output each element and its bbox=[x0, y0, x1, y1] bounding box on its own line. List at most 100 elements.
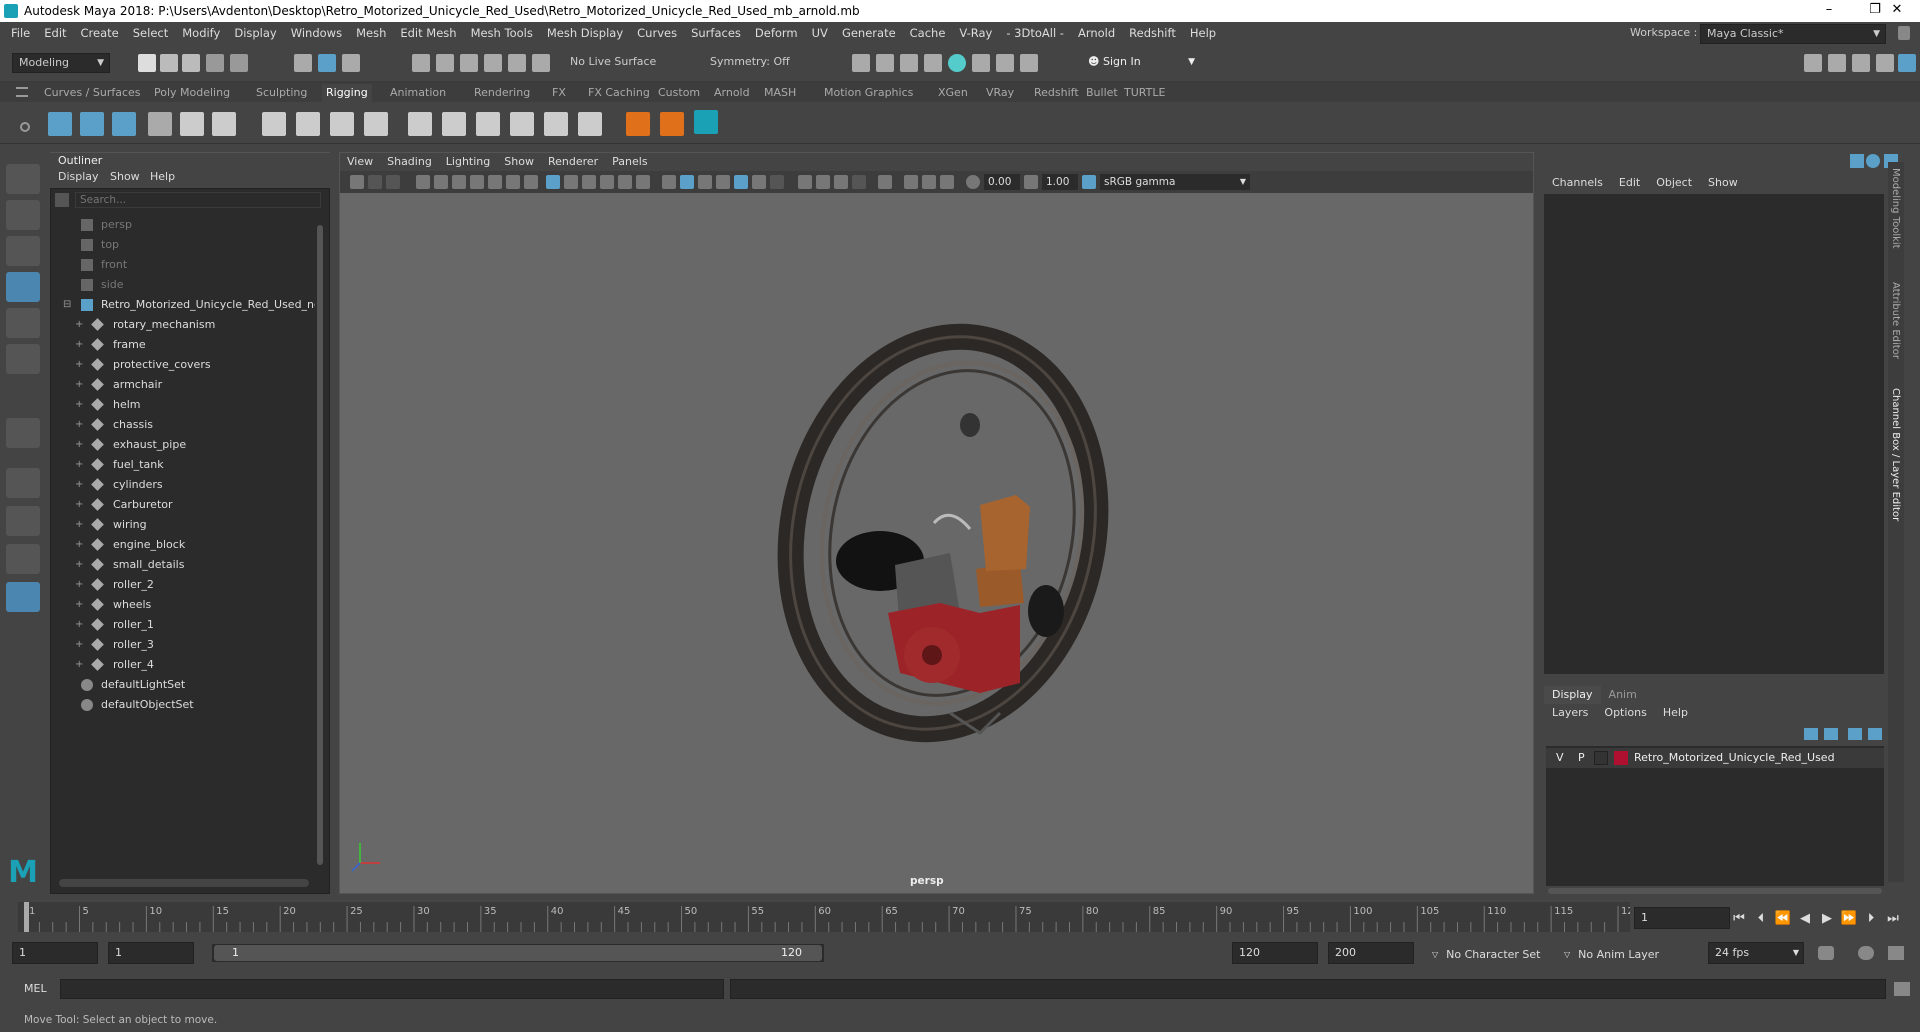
shelf-tab-xgen[interactable]: XGen bbox=[934, 84, 972, 102]
range-slider-handle[interactable]: 1 120 bbox=[214, 945, 822, 961]
colorspace-dropdown[interactable]: sRGB gamma ▼ bbox=[1100, 174, 1250, 190]
menu-mesh-tools[interactable]: Mesh Tools bbox=[464, 22, 540, 44]
menu-v-ray[interactable]: V-Ray bbox=[952, 22, 999, 44]
outliner-hscrollbar[interactable] bbox=[59, 879, 309, 887]
view-transform-icon[interactable] bbox=[1082, 175, 1096, 189]
menu-modify[interactable]: Modify bbox=[175, 22, 227, 44]
exposure-field[interactable]: 0.00 bbox=[984, 174, 1020, 190]
shelf-tab-sculpting[interactable]: Sculpting bbox=[252, 84, 311, 102]
depth-of-field-icon[interactable] bbox=[852, 175, 866, 189]
menu-cache[interactable]: Cache bbox=[903, 22, 953, 44]
outliner-item-wheels[interactable]: + wheels bbox=[51, 595, 313, 615]
gate-mask-icon[interactable] bbox=[524, 175, 538, 189]
outliner-item-roller-3[interactable]: + roller_3 bbox=[51, 635, 313, 655]
symmetry-dropdown[interactable]: Symmetry: Off bbox=[704, 53, 804, 73]
outliner-item-carburetor[interactable]: + Carburetor bbox=[51, 495, 313, 515]
outliner-item-protective-covers[interactable]: + protective_covers bbox=[51, 355, 313, 375]
outliner-menu-show[interactable]: Show bbox=[110, 170, 140, 183]
outliner-search-input[interactable] bbox=[75, 192, 321, 208]
layer-visibility-toggle[interactable]: V bbox=[1556, 751, 1564, 764]
loop-icon[interactable] bbox=[1818, 946, 1834, 960]
modeling-toolkit-toggle-icon[interactable] bbox=[1804, 54, 1822, 72]
viewport-menu-panels[interactable]: Panels bbox=[605, 153, 654, 171]
shelf-tab-rigging[interactable]: Rigging bbox=[322, 84, 372, 102]
new-layer-icon[interactable] bbox=[1848, 728, 1862, 740]
wireframe-on-shaded-icon[interactable] bbox=[716, 175, 730, 189]
step-forward-frame-icon[interactable]: ⏵ bbox=[1860, 911, 1882, 926]
unicycle-model[interactable] bbox=[755, 308, 1131, 758]
snap-view-plane-icon[interactable] bbox=[484, 54, 502, 72]
expand-toggle-icon[interactable]: + bbox=[75, 655, 83, 675]
character-set-dropdown[interactable]: ▽ No Character Set bbox=[1432, 944, 1540, 964]
ipr-render-icon[interactable] bbox=[876, 54, 894, 72]
animation-preferences-icon[interactable] bbox=[1888, 946, 1904, 960]
menu-select[interactable]: Select bbox=[126, 22, 175, 44]
expand-toggle-icon[interactable]: + bbox=[75, 355, 83, 375]
bind-skin-icon[interactable] bbox=[262, 112, 286, 136]
locator-icon[interactable] bbox=[626, 112, 650, 136]
outliner-layout-icon[interactable] bbox=[6, 582, 40, 612]
ik-spline-icon[interactable] bbox=[148, 112, 172, 136]
point-constraint-icon[interactable] bbox=[442, 112, 466, 136]
channel-box-toggle-icon[interactable] bbox=[1898, 54, 1916, 72]
expand-toggle-icon[interactable]: + bbox=[75, 395, 83, 415]
channel-box-menu-show[interactable]: Show bbox=[1700, 174, 1746, 192]
outliner-item-defaultlightset[interactable]: defaultLightSet bbox=[51, 675, 313, 695]
outliner-item-roller-4[interactable]: + roller_4 bbox=[51, 655, 313, 675]
sign-in-button[interactable]: ☻ Sign In ▼ bbox=[1082, 53, 1200, 73]
menu-display[interactable]: Display bbox=[227, 22, 283, 44]
expand-toggle-icon[interactable]: + bbox=[75, 515, 83, 535]
time-ruler[interactable]: 1 5 10 15 20 25 30 35 40 45 50 55 60 65 70 75 80 85 90 95 10… bbox=[18, 900, 1630, 936]
viewport-canvas[interactable] bbox=[340, 193, 1533, 893]
channel-box-menu-channels[interactable]: Channels bbox=[1544, 174, 1611, 192]
four-view-layout-icon[interactable] bbox=[6, 506, 40, 536]
tab-anim[interactable]: Anim bbox=[1601, 686, 1645, 704]
layer-menu-help[interactable]: Help bbox=[1655, 704, 1696, 722]
menu-arnold[interactable]: Arnold bbox=[1071, 22, 1122, 44]
arnold-render-view-icon[interactable] bbox=[948, 54, 966, 72]
move-tool-icon[interactable] bbox=[6, 272, 40, 302]
last-tool-icon[interactable] bbox=[6, 418, 40, 448]
shelf-tab-custom[interactable]: Custom bbox=[654, 84, 704, 102]
current-frame-field[interactable]: 1 bbox=[1634, 907, 1730, 929]
quick-rig-icon[interactable] bbox=[180, 112, 204, 136]
menu-edit-mesh[interactable]: Edit Mesh bbox=[393, 22, 463, 44]
minimize-button[interactable]: – bbox=[1806, 0, 1852, 22]
step-back-key-icon[interactable]: ⏪ bbox=[1772, 911, 1794, 926]
single-view-layout-icon[interactable] bbox=[6, 468, 40, 498]
workspace-dropdown[interactable]: Maya Classic* ▼ bbox=[1700, 24, 1886, 44]
outliner-item-armchair[interactable]: + armchair bbox=[51, 375, 313, 395]
isolate-icon[interactable] bbox=[878, 175, 892, 189]
gamma-field[interactable]: 1.00 bbox=[1042, 174, 1078, 190]
step-back-frame-icon[interactable]: ⏴ bbox=[1750, 911, 1772, 926]
outliner-item-engine-block[interactable]: + engine_block bbox=[51, 535, 313, 555]
expand-toggle-icon[interactable]: + bbox=[75, 315, 83, 335]
select-object-icon[interactable] bbox=[318, 54, 336, 72]
outliner-item-small-details[interactable]: + small_details bbox=[51, 555, 313, 575]
insert-joint-icon[interactable] bbox=[80, 112, 104, 136]
parent-constraint-icon[interactable] bbox=[408, 112, 432, 136]
shelf-settings-icon[interactable] bbox=[20, 122, 30, 132]
snap-grid-icon[interactable] bbox=[412, 54, 430, 72]
snap-curve-icon[interactable] bbox=[436, 54, 454, 72]
expand-toggle-icon[interactable]: + bbox=[75, 595, 83, 615]
render-current-frame-icon[interactable] bbox=[852, 54, 870, 72]
create-joints-icon[interactable] bbox=[48, 112, 72, 136]
shelf-tab-fx[interactable]: FX bbox=[548, 84, 570, 102]
xray-joints-icon[interactable] bbox=[904, 175, 918, 189]
live-surface-field[interactable]: No Live Surface bbox=[564, 53, 664, 73]
shelf-tab-redshift[interactable]: Redshift bbox=[1030, 84, 1083, 102]
layer-playback-toggle[interactable]: P bbox=[1578, 751, 1585, 764]
move-layer-down-icon[interactable] bbox=[1824, 728, 1838, 740]
outliner-item-wiring[interactable]: + wiring bbox=[51, 515, 313, 535]
outliner-item-roller-1[interactable]: + roller_1 bbox=[51, 615, 313, 635]
image-plane-icon[interactable] bbox=[416, 175, 430, 189]
expand-toggle-icon[interactable]: ⊟ bbox=[63, 295, 71, 315]
pause-icon[interactable] bbox=[1020, 54, 1038, 72]
expand-toggle-icon[interactable]: + bbox=[75, 375, 83, 395]
channel-box-icon[interactable] bbox=[1850, 154, 1864, 168]
new-scene-icon[interactable] bbox=[138, 54, 156, 72]
menu-mesh-display[interactable]: Mesh Display bbox=[540, 22, 630, 44]
two-view-layout-icon[interactable] bbox=[6, 544, 40, 574]
mel-label[interactable]: MEL bbox=[24, 982, 47, 995]
